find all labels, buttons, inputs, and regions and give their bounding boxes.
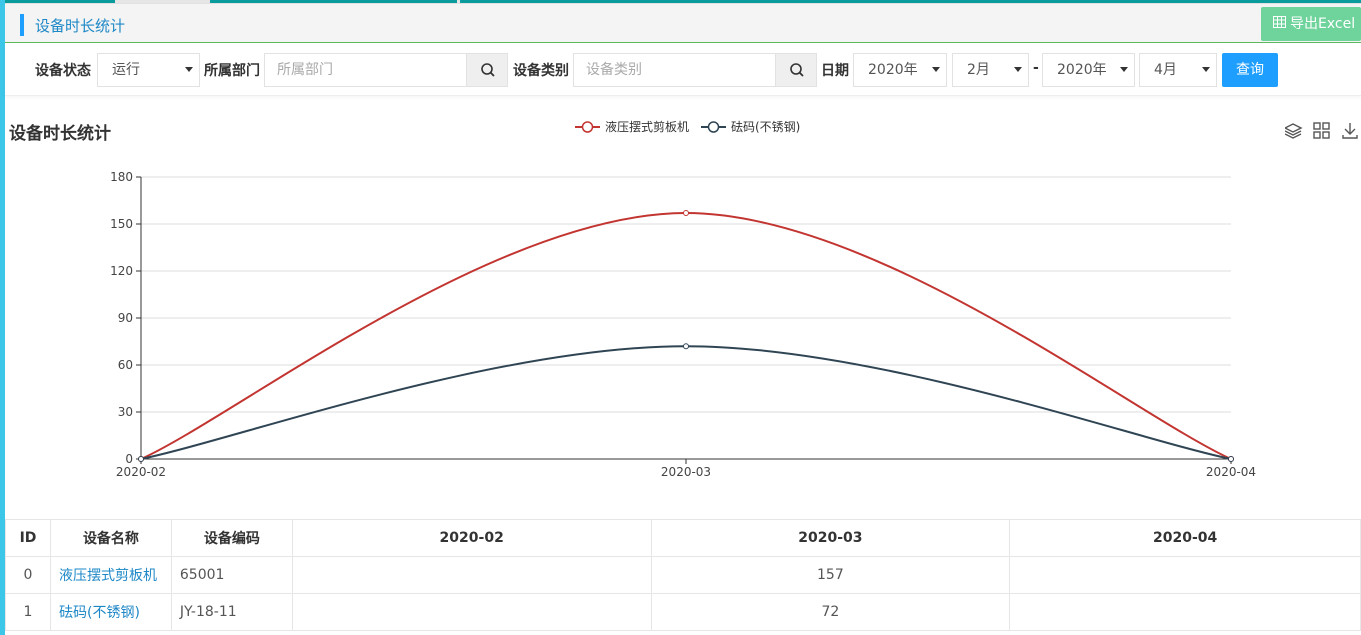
- cell-device-name-link[interactable]: 液压摆式剪板机: [49, 556, 172, 594]
- column-header[interactable]: ID: [5, 519, 51, 557]
- page-title: 设备时长统计: [35, 17, 126, 35]
- y-tick-label: 150: [110, 217, 133, 231]
- date-separator: -: [1033, 60, 1039, 76]
- x-tick-label: 2020-04: [1206, 465, 1256, 479]
- status-value: 运行: [112, 62, 140, 78]
- export-label: 导出Excel: [1290, 16, 1356, 32]
- y-tick-label: 90: [118, 311, 133, 325]
- cell-id: 0: [5, 556, 51, 594]
- y-tick-label: 30: [118, 405, 133, 419]
- chevron-down-icon: [1120, 67, 1128, 72]
- category-label: 设备类别: [513, 63, 569, 79]
- chevron-down-icon: [185, 67, 193, 72]
- end-month-value: 4月: [1154, 62, 1177, 78]
- x-tick-label: 2020-03: [661, 465, 711, 479]
- y-tick-label: 180: [110, 170, 133, 184]
- chevron-down-icon: [1202, 67, 1210, 72]
- status-select[interactable]: 运行: [97, 53, 200, 87]
- legend-label: 液压摆式剪板机: [605, 119, 689, 134]
- dept-search-button[interactable]: [466, 53, 508, 87]
- filter-bar: 设备状态 运行 所属部门 设备类别 日期 2020年 2月 - 2020年 4月…: [5, 44, 1361, 96]
- stats-table: ID 设备名称 设备编码 2020-02 2020-03 2020-04 0 液…: [5, 519, 1361, 631]
- y-tick-label: 120: [110, 264, 133, 278]
- table-header-row: ID 设备名称 设备编码 2020-02 2020-03 2020-04: [5, 519, 1361, 557]
- column-header[interactable]: 设备编码: [170, 519, 293, 557]
- y-tick-label: 60: [118, 358, 133, 372]
- start-month-value: 2月: [967, 62, 990, 78]
- legend-label: 砝码(不锈钢): [731, 119, 800, 134]
- cell-device-name-link[interactable]: 砝码(不锈钢): [49, 593, 172, 631]
- cell-device-code: 65001: [170, 556, 293, 594]
- query-button[interactable]: 查询: [1222, 53, 1278, 87]
- category-field[interactable]: [573, 53, 776, 87]
- data-point: [1228, 456, 1234, 462]
- end-year-value: 2020年: [1057, 62, 1107, 78]
- cell-value: [291, 593, 652, 631]
- cell-device-code: JY-18-11: [170, 593, 293, 631]
- legend-marker: [581, 121, 594, 133]
- dept-field[interactable]: [264, 53, 467, 87]
- table-icon: [1273, 8, 1286, 41]
- status-label: 设备状态: [35, 63, 91, 79]
- start-month-select[interactable]: 2月: [952, 53, 1029, 87]
- chevron-down-icon: [1014, 67, 1022, 72]
- x-tick-label: 2020-02: [116, 465, 166, 479]
- table-row[interactable]: 1 砝码(不锈钢) JY-18-11 72: [5, 593, 1361, 631]
- category-search-button[interactable]: [775, 53, 817, 87]
- table-row[interactable]: 0 液压摆式剪板机 65001 157: [5, 556, 1361, 594]
- page-header: 设备时长统计 导出Excel: [5, 3, 1361, 43]
- cell-value: [291, 556, 652, 594]
- chart-panel: 设备时长统计 0 30 60 90 120 150 180 2020-02 2020-03 202…: [5, 97, 1361, 519]
- data-point: [138, 456, 144, 462]
- column-header[interactable]: 2020-04: [1009, 519, 1361, 557]
- y-tick-label: 0: [125, 452, 133, 466]
- search-icon: [790, 63, 804, 77]
- export-excel-button[interactable]: 导出Excel: [1261, 7, 1361, 41]
- dept-label: 所属部门: [204, 63, 260, 79]
- cell-id: 1: [5, 593, 51, 631]
- start-year-select[interactable]: 2020年: [853, 53, 947, 87]
- data-point: [683, 343, 689, 350]
- cell-value: 72: [650, 593, 1011, 631]
- dept-input[interactable]: [277, 54, 466, 86]
- end-month-select[interactable]: 4月: [1139, 53, 1217, 87]
- cell-value: [1009, 556, 1361, 594]
- column-header[interactable]: 2020-02: [291, 519, 652, 557]
- end-year-select[interactable]: 2020年: [1042, 53, 1135, 87]
- chevron-down-icon: [932, 67, 940, 72]
- column-header[interactable]: 设备名称: [49, 519, 172, 557]
- title-accent-bar: [20, 14, 24, 36]
- line-chart: 0 30 60 90 120 150 180 2020-02 2020-03 2020-04 液压摆…: [110, 119, 1256, 479]
- category-input[interactable]: [586, 54, 775, 86]
- cell-value: [1009, 593, 1361, 631]
- date-label: 日期: [821, 63, 849, 79]
- legend-marker: [707, 121, 720, 133]
- start-year-value: 2020年: [868, 62, 918, 78]
- data-point: [683, 210, 689, 217]
- series-line: [140, 212, 1232, 460]
- search-icon: [481, 63, 495, 77]
- column-header[interactable]: 2020-03: [650, 519, 1011, 557]
- cell-value: 157: [650, 556, 1011, 594]
